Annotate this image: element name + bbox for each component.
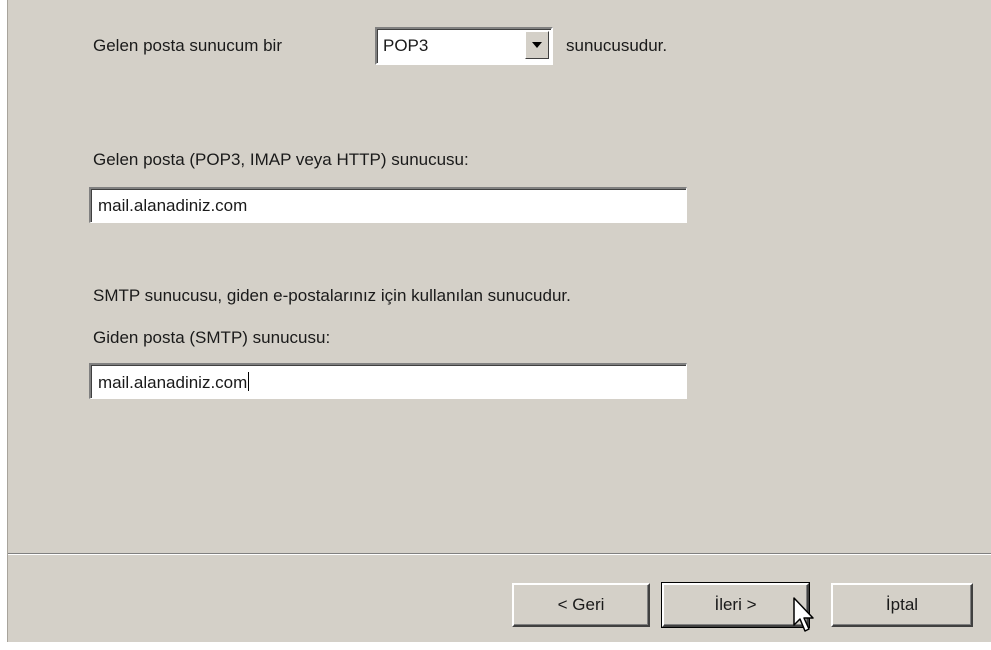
outgoing-server-label: Giden posta (SMTP) sunucusu: — [93, 328, 331, 347]
server-type-dropdown[interactable]: POP3 — [375, 27, 553, 65]
incoming-server-value: mail.alanadiniz.com — [98, 196, 248, 215]
outgoing-server-value: mail.alanadiniz.com — [98, 373, 248, 392]
outgoing-server-text: mail.alanadiniz.com — [98, 372, 250, 393]
server-type-selected-value: POP3 — [383, 36, 429, 55]
chevron-down-icon — [532, 42, 542, 48]
dropdown-arrow-button[interactable] — [525, 31, 549, 59]
outgoing-server-input[interactable]: mail.alanadiniz.com — [89, 363, 687, 399]
server-type-suffix-label: sunucusudur. — [566, 36, 668, 55]
text-caret — [248, 372, 250, 391]
incoming-server-label: Gelen posta (POP3, IMAP veya HTTP) sunuc… — [93, 150, 469, 169]
cancel-button[interactable]: İptal — [831, 583, 973, 627]
button-bar-divider — [8, 553, 991, 554]
incoming-server-input[interactable]: mail.alanadiniz.com — [89, 187, 687, 223]
server-type-prefix-label: Gelen posta sunucum bir — [93, 36, 282, 55]
next-button[interactable]: İleri > — [661, 582, 810, 628]
wizard-panel — [7, 0, 991, 642]
mouse-pointer-icon — [793, 597, 814, 632]
smtp-description-text: SMTP sunucusu, giden e-postalarınız için… — [93, 286, 571, 305]
back-button[interactable]: < Geri — [512, 583, 650, 627]
